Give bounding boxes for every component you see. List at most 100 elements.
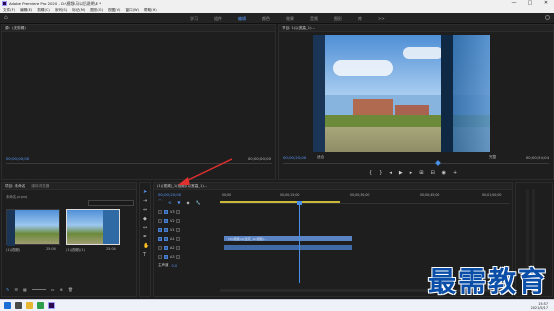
mute-icon[interactable]: [175, 236, 180, 241]
track-header-a2: A2: [158, 243, 218, 252]
ripple-edit-tool-icon[interactable]: ⇔: [143, 207, 147, 213]
linked-selection-icon[interactable]: ⟲: [168, 200, 171, 205]
menu-window[interactable]: 窗口(W): [125, 8, 139, 13]
menu-edit[interactable]: 编辑(E): [20, 8, 32, 13]
timeline-ruler[interactable]: 00;00 00;00;15;00 00;00;30;00 00;00;45;0…: [220, 192, 510, 204]
snap-icon[interactable]: ⌒: [158, 199, 162, 205]
pencil-icon[interactable]: ✎: [6, 287, 9, 292]
master-track-label: 主声道: [158, 263, 169, 267]
playhead-handle[interactable]: [297, 201, 302, 205]
menu-view[interactable]: 视图(V): [108, 8, 120, 13]
target-icon[interactable]: [164, 218, 168, 223]
project-thumbnail[interactable]: [6, 209, 60, 246]
menu-graphics[interactable]: 图形(G): [90, 8, 103, 13]
master-volume-value[interactable]: 0.0: [172, 264, 178, 268]
track-header-v2: V2: [158, 216, 218, 225]
workspace-tab-effects[interactable]: 效果: [286, 13, 294, 24]
trash-icon[interactable]: 🗑: [68, 287, 73, 292]
target-icon[interactable]: [164, 245, 168, 250]
add-button-icon[interactable]: +: [453, 170, 457, 176]
file-explorer-icon[interactable]: [26, 302, 33, 309]
mute-icon[interactable]: [175, 245, 180, 250]
mute-icon[interactable]: [175, 254, 180, 259]
razor-tool-icon[interactable]: ◆: [143, 216, 147, 222]
search-icon[interactable]: [545, 15, 550, 20]
menu-help[interactable]: 帮助(H): [144, 8, 157, 13]
type-tool-icon[interactable]: T: [143, 252, 146, 258]
close-button[interactable]: ✕: [538, 0, 554, 7]
target-icon[interactable]: [164, 227, 168, 232]
workspace-tab-graphics[interactable]: 图形: [334, 13, 342, 24]
maximize-button[interactable]: □: [522, 0, 538, 7]
program-transport-controls: { } ◂ ▶ ▸ ⊞ ⊟ ◉ +: [369, 170, 457, 176]
list-view-icon[interactable]: ☰: [14, 287, 18, 292]
target-icon[interactable]: [164, 236, 168, 241]
premiere-taskbar-icon[interactable]: [48, 302, 55, 309]
workspace-tab-color[interactable]: 颜色: [262, 13, 270, 24]
work-area-bar[interactable]: [220, 201, 340, 203]
tools-panel: ➤ ⇥ ⇔ ◆ ↔ ✒ ✋ T: [139, 182, 151, 297]
lock-icon[interactable]: [158, 218, 162, 223]
icon-view-icon[interactable]: ▦: [23, 287, 27, 292]
target-icon[interactable]: [164, 209, 168, 214]
tab-project[interactable]: 项目: 未命名: [5, 183, 25, 190]
minimize-button[interactable]: —: [506, 0, 522, 7]
menu-clip[interactable]: 剪辑(C): [37, 8, 50, 13]
source-patch-icon[interactable]: [158, 227, 162, 232]
pen-tool-icon[interactable]: ✒: [143, 234, 147, 240]
zoom-slider[interactable]: [31, 289, 46, 290]
new-bin-icon[interactable]: ▭: [51, 287, 55, 292]
eye-icon[interactable]: [175, 218, 180, 223]
resolution-dropdown[interactable]: 完整: [489, 155, 496, 160]
eye-icon[interactable]: [175, 209, 180, 214]
workspace-tab-audio[interactable]: 音频: [310, 13, 318, 24]
selection-tool-icon[interactable]: ➤: [143, 189, 147, 195]
program-playhead[interactable]: [435, 160, 441, 166]
hand-tool-icon[interactable]: ✋: [143, 243, 149, 249]
project-panel: 项目: 未命名 媒体浏览器 未命名.prproj (1)(视频) 25:04 (…: [1, 182, 137, 297]
workspace-tab-assembly[interactable]: 组件: [214, 13, 222, 24]
insert-icon[interactable]: ⊞: [419, 170, 423, 176]
project-item-duration: 25:04: [46, 247, 56, 251]
lock-icon[interactable]: [158, 245, 162, 250]
step-forward-icon[interactable]: ▸: [410, 170, 413, 176]
workspace-tab-libraries[interactable]: 库: [358, 13, 362, 24]
fit-dropdown[interactable]: 适合: [317, 155, 324, 160]
wrench-icon[interactable]: 🔧: [196, 200, 201, 205]
workspace-more-button[interactable]: >>: [378, 13, 385, 24]
mark-in-icon[interactable]: {: [369, 170, 372, 176]
start-icon[interactable]: [4, 302, 11, 309]
new-item-icon[interactable]: ⊕: [60, 287, 63, 292]
video-clip[interactable]: (1)(视频)(以宽高_1)(视频)...: [224, 236, 352, 241]
timeline-settings-icon[interactable]: ◆: [186, 200, 189, 205]
export-frame-icon[interactable]: ◉: [442, 170, 446, 176]
mark-out-icon[interactable]: }: [379, 170, 382, 176]
eye-icon[interactable]: [175, 227, 180, 232]
home-icon[interactable]: ⌂: [4, 15, 10, 21]
slip-tool-icon[interactable]: ↔: [143, 225, 147, 231]
workspace-tab-learn[interactable]: 学习: [190, 13, 198, 24]
menu-file[interactable]: 文件(F): [3, 8, 15, 13]
source-patch-icon[interactable]: [158, 236, 162, 241]
step-back-icon[interactable]: ◂: [389, 170, 392, 176]
browser-icon[interactable]: [37, 302, 44, 309]
task-view-icon[interactable]: [15, 302, 22, 309]
target-icon[interactable]: [164, 254, 168, 259]
project-search-input[interactable]: [88, 200, 134, 206]
project-thumbnail-selected[interactable]: [66, 209, 120, 245]
workspace-tab-editing[interactable]: 编辑: [238, 13, 246, 25]
timeline-playhead[interactable]: [299, 203, 300, 283]
menu-sequence[interactable]: 序列(S): [55, 8, 67, 13]
ruler-mark: 00;00;15;00: [280, 193, 300, 197]
tab-media-browser[interactable]: 媒体浏览器: [31, 183, 49, 190]
menu-marker[interactable]: 标记(M): [72, 8, 85, 13]
track-select-tool-icon[interactable]: ⇥: [143, 198, 147, 204]
track-header-a1: A1: [158, 234, 218, 243]
program-scrub-bar[interactable]: [283, 163, 549, 164]
audio-clip[interactable]: [224, 245, 352, 250]
lock-icon[interactable]: [158, 254, 162, 259]
lock-icon[interactable]: [158, 209, 162, 214]
overwrite-icon[interactable]: ⊟: [430, 170, 434, 176]
play-icon[interactable]: ▶: [399, 170, 403, 176]
add-marker-icon[interactable]: ▼: [177, 200, 180, 205]
